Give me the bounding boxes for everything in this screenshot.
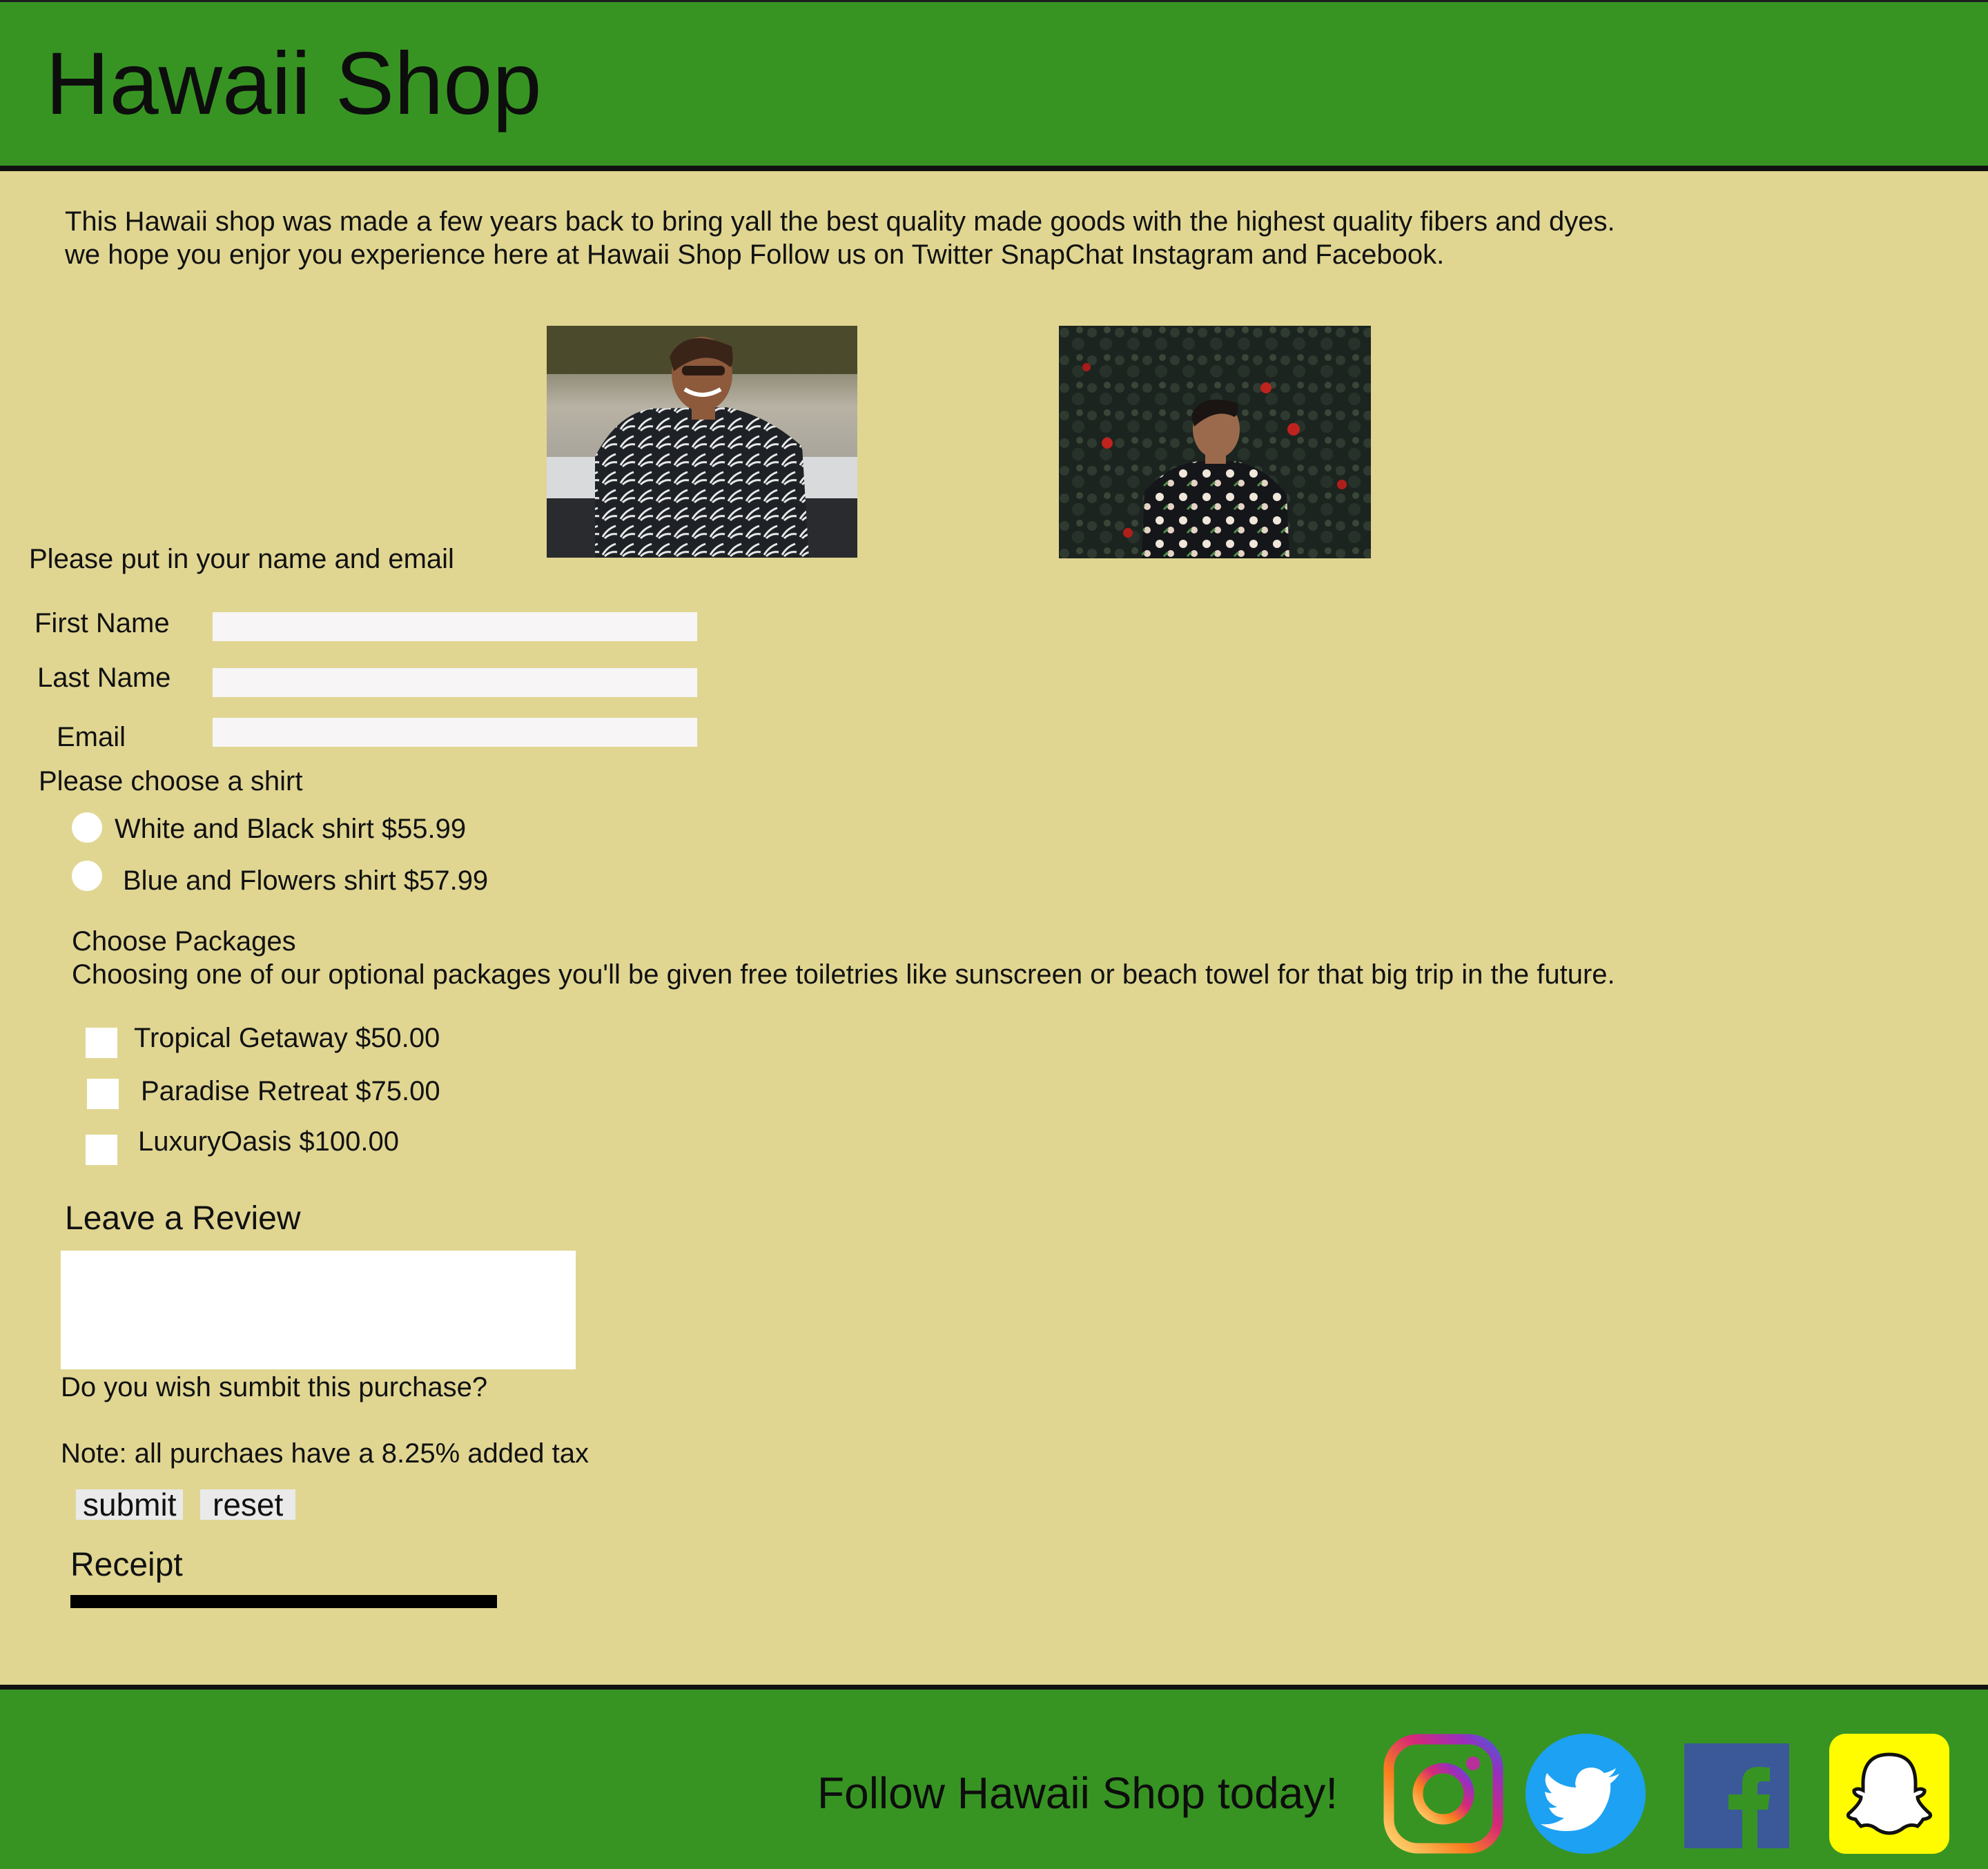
instagram-icon[interactable] (1383, 1734, 1503, 1854)
packages-description: Choosing one of our optional packages yo… (72, 959, 1615, 990)
shirt-radio-blue-flowers[interactable] (72, 861, 102, 891)
packages-heading: Choose Packages (72, 926, 296, 957)
package-option-label: Paradise Retreat $75.00 (141, 1076, 440, 1106)
receipt-output (70, 1595, 497, 1608)
product-photo-blue-flowers-shirt (1059, 326, 1371, 558)
footer-follow-text: Follow Hawaii Shop today! (817, 1768, 1338, 1818)
intro-paragraph: This Hawaii shop was made a few years ba… (65, 206, 1615, 270)
site-title: Hawaii Shop (46, 35, 542, 133)
submit-button[interactable]: submit (76, 1489, 184, 1520)
product-photo-white-black-shirt (547, 326, 857, 558)
last-name-field[interactable] (213, 668, 697, 697)
shirt-option-label: Blue and Flowers shirt $57.99 (123, 865, 489, 896)
review-heading: Leave a Review (65, 1200, 301, 1237)
form-prompt: Please put in your name and email (29, 544, 454, 574)
email-label: Email (57, 722, 126, 752)
package-checkbox-tropical-getaway[interactable] (86, 1028, 117, 1058)
purchase-question: Do you wish sumbit this purchase? (61, 1372, 488, 1402)
shirt-choice-heading: Please choose a shirt (39, 766, 303, 796)
last-name-label: Last Name (37, 663, 171, 693)
first-name-label: First Name (35, 608, 170, 638)
review-textarea[interactable] (61, 1251, 576, 1369)
package-checkbox-luxury-oasis[interactable] (86, 1135, 117, 1165)
shirt-radio-white-black[interactable] (72, 812, 102, 843)
snapchat-icon[interactable] (1829, 1734, 1949, 1854)
first-name-field[interactable] (213, 612, 697, 641)
package-checkbox-paradise-retreat[interactable] (87, 1079, 119, 1109)
package-option-label: Tropical Getaway $50.00 (134, 1023, 440, 1053)
package-option-label: LuxuryOasis $100.00 (138, 1126, 400, 1157)
twitter-icon[interactable] (1526, 1734, 1646, 1854)
email-field[interactable] (213, 718, 697, 747)
reset-button[interactable]: reset (200, 1489, 296, 1520)
tax-note: Note: all purchaes have a 8.25% added ta… (61, 1438, 589, 1469)
shirt-option-label: White and Black shirt $55.99 (115, 814, 467, 844)
receipt-heading: Receipt (70, 1547, 183, 1583)
facebook-icon[interactable] (1684, 1743, 1789, 1848)
